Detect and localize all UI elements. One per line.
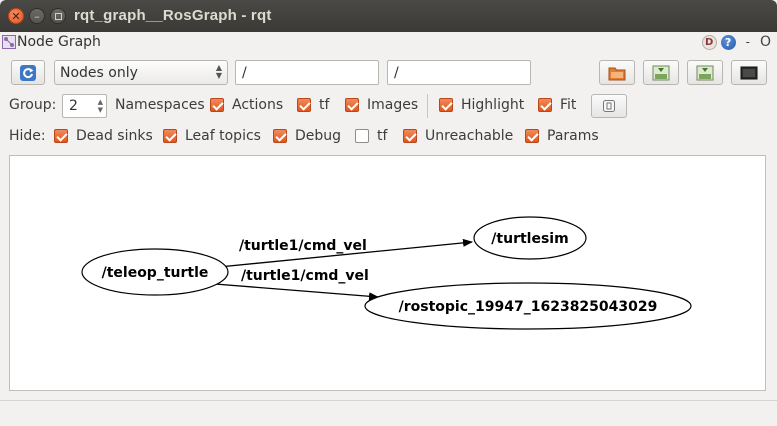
node-rostopic-label: /rostopic_19947_1623825043029	[399, 299, 658, 315]
dock-close-button[interactable]: O	[760, 34, 771, 50]
topic-filter-input[interactable]: /	[387, 60, 531, 85]
dead-sinks-label: Dead sinks	[76, 128, 153, 144]
folder-icon	[608, 67, 626, 80]
filter-mode-select[interactable]: Nodes only ▲ ▼	[54, 60, 228, 85]
save-svg-icon	[696, 65, 714, 80]
hide-tf-label: tf	[377, 128, 388, 144]
dock-controls: D ? - O	[701, 34, 771, 50]
debug-label: Debug	[295, 128, 342, 144]
unreachable-label: Unreachable	[425, 128, 514, 144]
window-minimize-button[interactable]: –	[29, 8, 45, 24]
refresh-button[interactable]	[11, 60, 45, 85]
group-spinbox[interactable]: 2 ▲ ▼	[62, 94, 107, 118]
leaf-topics-label: Leaf topics	[185, 128, 261, 144]
help-button[interactable]: ?	[720, 34, 736, 50]
params-checkbox[interactable]	[525, 129, 539, 143]
edge-label-rostopic: /turtle1/cmd_vel	[241, 268, 369, 284]
node-teleop-turtle-label: /teleop_turtle	[102, 265, 209, 281]
edge-teleop-rostopic[interactable]	[214, 283, 379, 301]
highlight-checkbox[interactable]	[439, 98, 453, 112]
dead-sinks-checkbox[interactable]	[54, 129, 68, 143]
save-image-button[interactable]	[731, 60, 767, 85]
dock-d-button[interactable]: D	[701, 34, 717, 50]
actions-checkbox[interactable]	[210, 98, 224, 112]
namespace-filter-input[interactable]: /	[235, 60, 379, 85]
tf-checkbox[interactable]	[297, 98, 311, 112]
params-label: Params	[547, 128, 599, 144]
save-icon	[652, 65, 670, 80]
node-turtlesim[interactable]: /turtlesim	[473, 216, 587, 260]
fit-checkbox[interactable]	[538, 98, 552, 112]
group-value: 2	[69, 98, 78, 114]
save-dot-button[interactable]	[643, 60, 679, 85]
close-icon: ✕	[11, 9, 21, 23]
fit-view-icon	[603, 100, 615, 112]
load-dot-button[interactable]	[599, 60, 635, 85]
fit-in-view-button[interactable]	[591, 94, 627, 118]
dock-minimize-button[interactable]: -	[746, 35, 750, 49]
unreachable-checkbox[interactable]	[403, 129, 417, 143]
combo-arrows-icon: ▲ ▼	[215, 63, 222, 80]
actions-label: Actions	[232, 97, 284, 113]
node-turtlesim-label: /turtlesim	[491, 231, 568, 247]
leaf-topics-checkbox[interactable]	[163, 129, 177, 143]
screen-icon	[740, 66, 758, 79]
images-checkbox[interactable]	[345, 98, 359, 112]
dock-title: Node Graph	[17, 34, 101, 50]
options-separator	[427, 94, 428, 118]
minimize-icon: –	[34, 9, 40, 23]
node-graph-icon	[2, 35, 16, 49]
window-titlebar: ✕ – rqt_graph__RosGraph - rqt	[0, 0, 777, 32]
namespaces-label: Namespaces	[115, 97, 205, 113]
images-label: Images	[367, 97, 419, 113]
refresh-icon	[20, 64, 36, 81]
graph-view: /turtle1/cmd_vel /turtle1/cmd_vel /teleo…	[81, 216, 692, 330]
filter-mode-value: Nodes only	[60, 64, 138, 81]
graph-canvas[interactable]: /turtle1/cmd_vel /turtle1/cmd_vel /teleo…	[9, 155, 766, 391]
node-rostopic[interactable]: /rostopic_19947_1623825043029	[364, 282, 692, 330]
hide-tf-checkbox[interactable]	[355, 129, 369, 143]
debug-checkbox[interactable]	[273, 129, 287, 143]
node-teleop-turtle[interactable]: /teleop_turtle	[81, 248, 229, 296]
window-close-button[interactable]: ✕	[8, 8, 24, 24]
group-label: Group:	[9, 97, 57, 113]
tf-label: tf	[319, 97, 330, 113]
status-bar	[0, 400, 777, 426]
maximize-icon	[54, 12, 62, 20]
hide-label: Hide:	[9, 128, 46, 144]
highlight-label: Highlight	[461, 97, 525, 113]
window-maximize-button[interactable]	[50, 8, 66, 24]
window-title: rqt_graph__RosGraph - rqt	[74, 7, 272, 24]
fit-label: Fit	[560, 97, 577, 113]
edge-label-turtlesim: /turtle1/cmd_vel	[239, 238, 367, 254]
spin-arrows-icon[interactable]: ▲ ▼	[98, 98, 103, 114]
save-svg-button[interactable]	[687, 60, 723, 85]
